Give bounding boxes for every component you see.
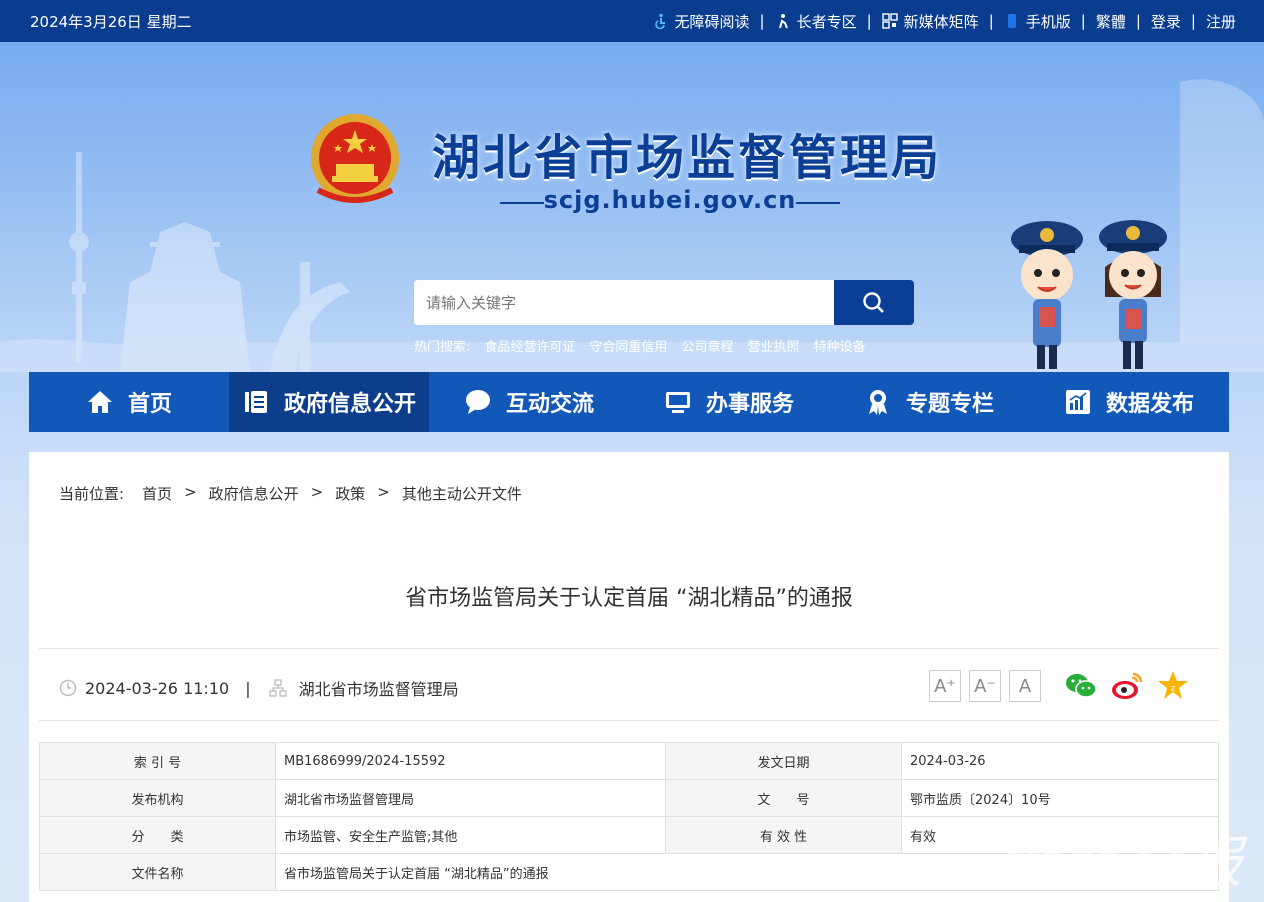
site-title: 湖北省市场监督管理局 (432, 130, 943, 186)
top-bar: 2024年3月26日 星期二 无障碍阅读 | 长者专区 | 新媒体矩阵 | 手机… (0, 0, 1264, 42)
nav-topics-label: 专题专栏 (905, 392, 994, 417)
nav-services[interactable]: 办事服务 (629, 372, 829, 432)
publish-datetime: 2024-03-26 11:10 (85, 678, 230, 698)
font-reset-button[interactable]: A (1009, 670, 1041, 702)
phone-icon (1007, 14, 1016, 28)
nav-home-label: 首页 (127, 392, 172, 417)
mobile-link[interactable]: 手机版 (1004, 11, 1071, 32)
svg-text:z: z (1171, 684, 1176, 694)
divider (39, 648, 1219, 649)
index-number-value: MB1686999/2024-15592 (275, 742, 666, 780)
hubei-daily-watermark: 湖北日报 (1000, 831, 1248, 896)
chat-bubble-icon (465, 390, 490, 414)
search-button[interactable] (834, 280, 914, 325)
separator: | (1190, 12, 1196, 30)
nav-data[interactable]: 数据发布 (1029, 372, 1229, 432)
table-row: 索 引 号 MB1686999/2024-15592 发文日期 2024-03-… (39, 742, 1219, 780)
hot-search-item[interactable]: 食品经营许可证 (484, 336, 575, 355)
validity-label: 有 效 性 (665, 816, 902, 854)
document-number-label: 文 号 (665, 779, 902, 817)
nav-data-label: 数据发布 (1105, 392, 1194, 417)
accessibility-label: 无障碍阅读 (674, 12, 750, 31)
publisher: 湖北省市场监督管理局 (298, 680, 459, 699)
hot-search-item[interactable]: 公司章程 (681, 336, 733, 355)
nav-gov-info-label: 政府信息公开 (283, 392, 416, 417)
mobile-label: 手机版 (1025, 12, 1071, 31)
issue-date-label: 发文日期 (665, 742, 902, 780)
current-date: 2024年3月26日 星期二 (30, 12, 192, 31)
register-link[interactable]: 注册 (1206, 11, 1236, 32)
index-number-label: 索 引 号 (39, 742, 276, 780)
monitor-icon (665, 392, 690, 413)
breadcrumb-item-policy[interactable]: 政策 (335, 483, 365, 504)
article-tools: A⁺ A⁻ A z (929, 668, 1191, 704)
issuing-agency-label: 发布机构 (39, 779, 276, 817)
font-decrease-button[interactable]: A⁻ (969, 670, 1001, 702)
separator: | (866, 12, 872, 30)
wheelchair-icon (654, 13, 665, 29)
main-nav: 首页 政府信息公开 互动交流 办事服务 专题专栏 数据发布 (29, 372, 1229, 432)
separator: | (1080, 12, 1086, 30)
mascot-illustration (1011, 220, 1167, 369)
elder-icon (778, 14, 788, 29)
hot-search-label: 热门搜索: (414, 340, 471, 355)
issuing-agency-value: 湖北省市场监督管理局 (275, 779, 666, 817)
nav-home[interactable]: 首页 (29, 372, 229, 432)
nav-services-label: 办事服务 (705, 392, 794, 417)
organization-icon (268, 679, 287, 697)
nav-interaction[interactable]: 互动交流 (429, 372, 629, 432)
category-value: 市场监管、安全生产监管;其他 (275, 816, 666, 854)
breadcrumb-prefix: 当前位置: (59, 485, 125, 503)
breadcrumb-item-other-files[interactable]: 其他主动公开文件 (402, 483, 522, 504)
separator: | (1135, 12, 1141, 30)
file-name-label: 文件名称 (39, 853, 276, 891)
wechat-share-icon[interactable] (1063, 668, 1099, 704)
header-banner: 湖北省市场监督管理局 scjg.hubei.gov.cn 热门搜索: 食品经营许… (0, 42, 1264, 372)
hot-search: 热门搜索: 食品经营许可证 守合同重信用 公司章程 营业执照 特种设备 (414, 336, 865, 355)
nav-interaction-label: 互动交流 (505, 392, 594, 417)
breadcrumb-arrow: > (310, 483, 324, 501)
accessibility-link[interactable]: 无障碍阅读 (653, 11, 750, 32)
hot-search-item[interactable]: 营业执照 (747, 336, 799, 355)
breadcrumb-item-gov-info[interactable]: 政府信息公开 (209, 483, 299, 504)
font-increase-button[interactable]: A⁺ (929, 670, 961, 702)
traditional-chinese-link[interactable]: 繁體 (1096, 11, 1126, 32)
award-ribbon-icon (868, 390, 887, 415)
clock-icon (59, 679, 77, 697)
site-url: scjg.hubei.gov.cn (500, 186, 840, 214)
table-row: 发布机构 湖北省市场监督管理局 文 号 鄂市监质〔2024〕10号 (39, 779, 1219, 817)
national-emblem-icon (311, 114, 399, 203)
weibo-share-icon[interactable] (1109, 668, 1145, 704)
article-title: 省市场监管局关于认定首届 “湖北精品”的通报 (405, 586, 853, 611)
hot-search-item[interactable]: 特种设备 (813, 336, 865, 355)
meta-separator: | (245, 678, 251, 698)
nav-gov-info[interactable]: 政府信息公开 (229, 372, 429, 432)
favorite-star-icon[interactable]: z (1155, 668, 1191, 704)
breadcrumb-item-home[interactable]: 首页 (142, 483, 172, 504)
new-media-label: 新媒体矩阵 (903, 12, 979, 31)
article-meta: 2024-03-26 11:10 | 湖北省市场监督管理局 (59, 676, 459, 700)
document-number-value: 鄂市监质〔2024〕10号 (901, 779, 1219, 817)
elder-zone-link[interactable]: 长者专区 (775, 11, 857, 32)
search-icon (863, 291, 884, 313)
breadcrumb: 当前位置: 首页 > 政府信息公开 > 政策 > 其他主动公开文件 (59, 483, 522, 504)
breadcrumb-arrow: > (377, 483, 390, 501)
new-media-link[interactable]: 新媒体矩阵 (881, 11, 979, 32)
search-input[interactable] (414, 280, 834, 325)
grid-icon (881, 13, 898, 29)
bar-chart-icon (1065, 390, 1090, 414)
top-links: 无障碍阅读 | 长者专区 | 新媒体矩阵 | 手机版 | 繁體 | 登录 | 注… (653, 11, 1236, 32)
category-label: 分 类 (39, 816, 276, 854)
home-icon (87, 391, 112, 413)
hot-search-item[interactable]: 守合同重信用 (589, 336, 667, 355)
divider (39, 720, 1219, 721)
nav-topics[interactable]: 专题专栏 (829, 372, 1029, 432)
breadcrumb-arrow: > (184, 483, 197, 501)
elder-zone-label: 长者专区 (796, 12, 857, 31)
separator: | (988, 12, 994, 30)
separator: | (759, 12, 765, 30)
document-list-icon (244, 391, 267, 413)
issue-date-value: 2024-03-26 (901, 742, 1219, 780)
login-link[interactable]: 登录 (1151, 11, 1181, 32)
